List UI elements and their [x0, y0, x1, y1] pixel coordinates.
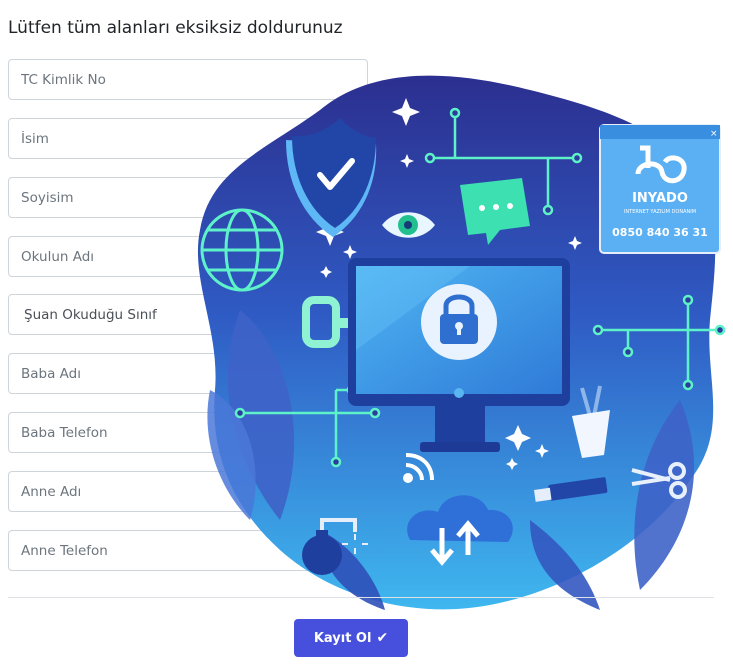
inyado-brand-name: INYADO: [632, 191, 688, 206]
kayit-ol-label: Kayıt Ol: [313, 630, 372, 646]
security-illustration: × INYADO INTERNET YAZILIM DONANIM 0850 8…: [197, 75, 726, 610]
inyado-tagline: INTERNET YAZILIM DONANIM: [624, 209, 696, 215]
svg-text:×: ×: [710, 129, 718, 139]
form-divider: [8, 597, 714, 598]
checkmark-icon: ✔: [376, 630, 389, 646]
kayit-ol-button[interactable]: Kayıt Ol ✔: [294, 619, 408, 657]
form-title: Lütfen tüm alanları eksiksiz doldurunuz: [8, 18, 343, 38]
inyado-phone: 0850 840 36 31: [612, 226, 708, 239]
inyado-badge: × INYADO INTERNET YAZILIM DONANIM 0850 8…: [599, 124, 721, 254]
sinif-select[interactable]: Şuan Okuduğu Sınıf: [24, 295, 157, 336]
